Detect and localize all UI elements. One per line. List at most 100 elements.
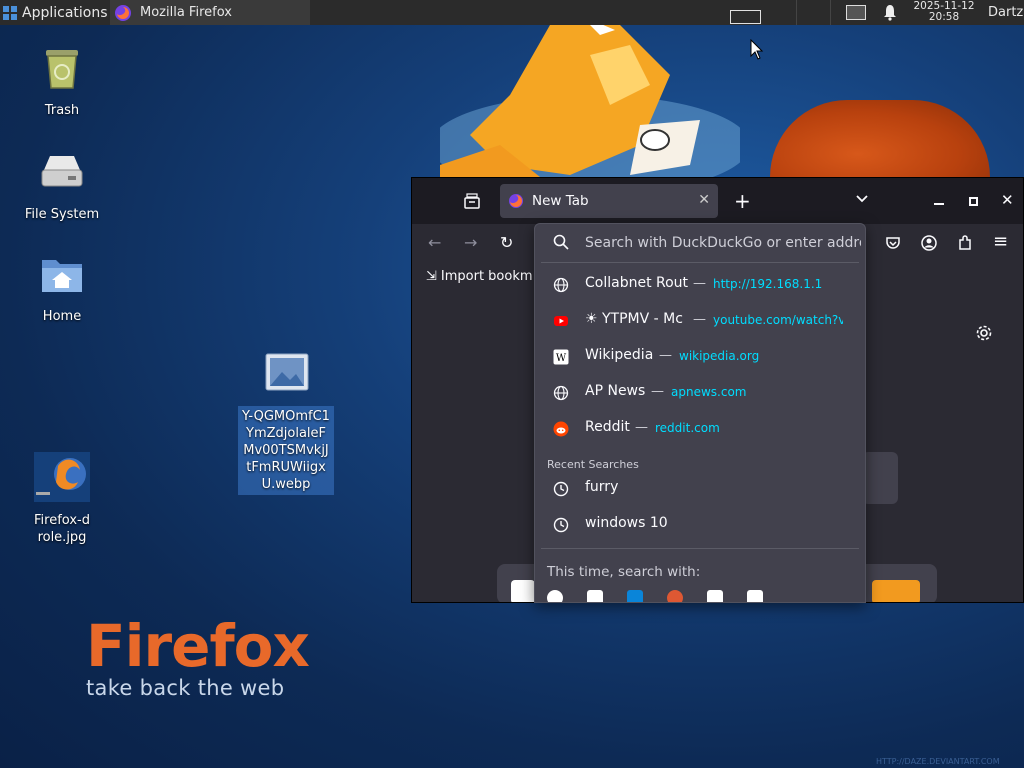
account-icon[interactable] xyxy=(921,235,937,251)
home-folder-icon xyxy=(42,260,82,292)
xfce-logo-icon xyxy=(3,5,17,20)
import-bookmarks-button[interactable]: ⇲ Import bookm xyxy=(426,269,533,284)
wikipedia-icon: W xyxy=(553,349,569,365)
suggestion-separator: — xyxy=(651,384,664,399)
wallpaper-watermark: HTTP://DAZE.DEVIANTART.COM xyxy=(876,757,1000,766)
import-icon: ⇲ xyxy=(426,269,437,284)
suggestion-separator: — xyxy=(635,420,648,435)
firefox-file-label: Firefox-drole.jpg xyxy=(34,513,90,545)
suggestion-url: youtube.com/watch?v xyxy=(713,313,843,327)
wallpaper-tagline: take back the web xyxy=(86,676,285,700)
reload-icon[interactable]: ↻ xyxy=(500,233,513,252)
desktop-icon-filesystem[interactable]: File System xyxy=(12,148,112,223)
shortcut-icon-left[interactable] xyxy=(511,580,535,602)
suggestion-title: AP News xyxy=(585,383,646,399)
suggestion-row[interactable]: Reddit — reddit.com xyxy=(535,411,865,447)
tab-new-tab[interactable]: New Tab ✕ xyxy=(500,184,718,218)
close-window-icon[interactable]: ✕ xyxy=(1001,191,1014,209)
workspace-switcher[interactable] xyxy=(730,10,761,24)
ebay-engine-icon[interactable] xyxy=(707,590,723,602)
url-input[interactable]: Search with DuckDuckGo or enter address xyxy=(535,224,865,262)
desktop-icon-home[interactable]: Home xyxy=(12,250,112,325)
trash-icon xyxy=(46,50,78,89)
suggestion-separator: — xyxy=(693,312,706,327)
suggestion-row[interactable]: ☀ YTPMV - Mc — youtube.com/watch?v xyxy=(535,303,865,339)
recent-searches-header: Recent Searches xyxy=(547,458,639,471)
duckduckgo-engine-icon[interactable] xyxy=(667,590,683,602)
forward-arrow-icon[interactable]: → xyxy=(464,233,477,252)
panel-separator xyxy=(830,0,831,25)
wallpaper-brand: Firefox xyxy=(86,612,310,680)
suggestion-separator: — xyxy=(693,276,706,291)
recent-search-text: windows 10 xyxy=(585,515,668,531)
tab-close-icon[interactable]: ✕ xyxy=(698,192,710,208)
amazon-engine-icon[interactable] xyxy=(587,590,603,602)
notification-bell-icon[interactable] xyxy=(882,4,898,21)
extensions-icon[interactable] xyxy=(957,235,973,251)
mouse-cursor-icon xyxy=(750,39,764,60)
suggestion-row[interactable]: Collabnet Rout — http://192.168.1.1 xyxy=(535,267,865,303)
settings-gear-icon[interactable] xyxy=(975,324,993,342)
suggestion-title: ☀ YTPMV - Mc xyxy=(585,311,683,327)
suggestion-url: wikipedia.org xyxy=(679,349,760,363)
pocket-icon[interactable] xyxy=(885,235,901,251)
suggestion-title: Wikipedia xyxy=(585,347,654,363)
hard-drive-icon xyxy=(41,156,83,187)
applications-label: Applications xyxy=(22,4,108,21)
bing-engine-icon[interactable] xyxy=(627,590,643,602)
shortcut-tile[interactable] xyxy=(862,452,898,504)
divider xyxy=(541,262,859,263)
suggestion-title: Collabnet Rout xyxy=(585,275,689,291)
history-clock-icon xyxy=(553,517,569,533)
clock[interactable]: 2025-11-12 20:58 xyxy=(904,1,984,23)
image-file-icon xyxy=(265,353,309,391)
divider xyxy=(541,548,859,549)
import-bookmarks-label: Import bookm xyxy=(440,269,533,284)
panel-separator xyxy=(796,0,797,25)
filesystem-label: File System xyxy=(24,207,100,222)
globe-icon xyxy=(553,277,569,293)
webp-file-label: Y-QGMOmfC1YmZdjolaleFMv00TSMvkjJtFmRUWii… xyxy=(238,406,334,495)
home-label: Home xyxy=(42,309,82,324)
display-icon[interactable] xyxy=(846,5,866,20)
suggestion-title: Reddit xyxy=(585,419,630,435)
history-clock-icon xyxy=(553,481,569,497)
hamburger-menu-icon[interactable]: ≡ xyxy=(993,231,1008,252)
firefox-view-icon[interactable] xyxy=(463,193,481,209)
list-all-tabs-chevron-icon[interactable] xyxy=(855,194,869,204)
taskbar-firefox-button[interactable]: Mozilla Firefox xyxy=(110,0,310,25)
tab-title: New Tab xyxy=(532,193,589,209)
back-arrow-icon[interactable]: ← xyxy=(428,233,441,252)
search-icon xyxy=(553,234,569,250)
desktop-icon-trash[interactable]: Trash xyxy=(12,44,112,119)
shortcut-icon-right[interactable] xyxy=(872,580,920,602)
wallpaper-logo: Firefox take back the web xyxy=(86,612,310,700)
new-tab-plus-icon[interactable]: + xyxy=(734,189,751,213)
suggestion-url: reddit.com xyxy=(655,421,720,435)
suggestion-separator: — xyxy=(659,348,672,363)
google-engine-icon[interactable] xyxy=(547,590,563,602)
desktop-icon-webp-file[interactable]: Y-QGMOmfC1YmZdjolaleFMv00TSMvkjJtFmRUWii… xyxy=(236,352,336,495)
suggestion-row[interactable]: W Wikipedia — wikipedia.org xyxy=(535,339,865,375)
url-placeholder: Search with DuckDuckGo or enter address xyxy=(585,235,861,251)
recent-search-row[interactable]: furry xyxy=(535,471,865,507)
maximize-icon[interactable] xyxy=(969,197,978,206)
suggestion-url: apnews.com xyxy=(671,385,747,399)
desktop-icon-firefox-drole[interactable]: Firefox-drole.jpg xyxy=(12,452,112,546)
user-menu[interactable]: Dartz xyxy=(988,5,1023,20)
image-thumbnail-icon xyxy=(34,452,90,502)
suggestion-row[interactable]: AP News — apnews.com xyxy=(535,375,865,411)
one-off-search-engines xyxy=(547,590,763,602)
recent-search-row[interactable]: windows 10 xyxy=(535,507,865,543)
taskbar-window-title: Mozilla Firefox xyxy=(140,5,232,20)
recent-search-text: furry xyxy=(585,479,619,495)
wallpaper-fox-art xyxy=(440,25,740,185)
trash-label: Trash xyxy=(44,103,80,118)
minimize-icon[interactable] xyxy=(934,203,944,205)
clock-time: 20:58 xyxy=(928,11,960,23)
svg-text:W: W xyxy=(556,353,567,364)
applications-menu-button[interactable]: Applications ≡ xyxy=(0,0,121,25)
suggestion-url: http://192.168.1.1 xyxy=(713,277,823,291)
reddit-icon xyxy=(553,421,569,437)
wikipedia-engine-icon[interactable] xyxy=(747,590,763,602)
